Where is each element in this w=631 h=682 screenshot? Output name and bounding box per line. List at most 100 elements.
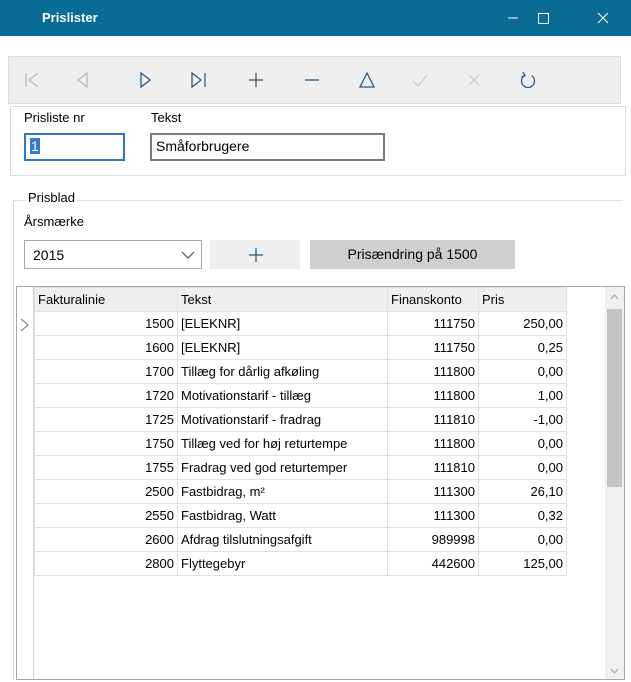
- cancel-record-icon: [468, 74, 480, 86]
- cell-finanskonto[interactable]: 111800: [387, 359, 479, 384]
- table-row[interactable]: 1600 [ELEKNR] 111750 0,25: [34, 335, 567, 360]
- grid-body: 1500 [ELEKNR] 111750 250,00 1600 [ELEKNR] 1117…: [34, 311, 567, 576]
- table-row[interactable]: 1720 Motivationstarif - tillæg 111800 1,00: [34, 383, 567, 408]
- cell-finanskonto[interactable]: 111810: [387, 407, 479, 432]
- cell-finanskonto[interactable]: 111810: [387, 455, 479, 480]
- previous-record-button[interactable]: [69, 68, 95, 92]
- prisblad-grid[interactable]: Fakturalinie Tekst Finanskonto Pris 1500…: [16, 286, 625, 680]
- vertical-scrollbar[interactable]: [605, 287, 624, 679]
- cell-finanskonto[interactable]: 111800: [387, 431, 479, 456]
- cell-pris[interactable]: 0,32: [478, 503, 567, 528]
- refresh-button[interactable]: [515, 68, 541, 92]
- grid-table: Fakturalinie Tekst Finanskonto Pris 1500…: [34, 287, 567, 576]
- col-header-finanskonto[interactable]: Finanskonto: [387, 287, 479, 312]
- price-change-button[interactable]: Prisændring på 1500: [310, 240, 515, 269]
- close-icon: [597, 12, 609, 24]
- cell-fakturalinie[interactable]: 1700: [34, 359, 178, 384]
- table-row[interactable]: 2600 Afdrag tilslutningsafgift 989998 0,00: [34, 527, 567, 552]
- cell-finanskonto[interactable]: 442600: [387, 551, 479, 576]
- cell-fakturalinie[interactable]: 1600: [34, 335, 178, 360]
- cell-finanskonto[interactable]: 111800: [387, 383, 479, 408]
- cell-tekst-value: Afdrag tilslutningsafgift: [181, 532, 312, 547]
- col-header-tekst[interactable]: Tekst: [177, 287, 388, 312]
- cell-fakturalinie[interactable]: 2600: [34, 527, 178, 552]
- cell-pris[interactable]: 0,00: [478, 455, 567, 480]
- cell-pris[interactable]: 125,00: [478, 551, 567, 576]
- cell-tekst[interactable]: Motivationstarif - fradrag: [177, 407, 388, 432]
- close-button[interactable]: [580, 0, 626, 36]
- cell-fakturalinie[interactable]: 2550: [34, 503, 178, 528]
- chevron-down-icon: [181, 251, 195, 259]
- prisliste-nr-label: Prisliste nr: [24, 110, 85, 125]
- window-title: Prislister: [42, 10, 98, 25]
- cell-finanskonto[interactable]: 111750: [387, 311, 479, 336]
- maximize-button[interactable]: [520, 0, 566, 36]
- cell-tekst-value: Motivationstarif - tillæg: [181, 388, 312, 403]
- table-row[interactable]: 1725 Motivationstarif - fradrag 111810 -1,0…: [34, 407, 567, 432]
- save-record-icon: [412, 74, 428, 87]
- tekst-label: Tekst: [151, 110, 182, 125]
- cell-tekst[interactable]: Fastbidrag, m²: [177, 479, 388, 504]
- cancel-record-button[interactable]: [461, 68, 487, 92]
- cell-finanskonto[interactable]: 989998: [387, 527, 479, 552]
- delete-record-button[interactable]: [299, 68, 325, 92]
- cell-finanskonto[interactable]: 111750: [387, 335, 479, 360]
- cell-tekst[interactable]: [ELEKNR]: [177, 335, 388, 360]
- cell-finanskonto[interactable]: 111300: [387, 503, 479, 528]
- edit-record-button[interactable]: [354, 68, 380, 92]
- cell-pris[interactable]: 1,00: [478, 383, 567, 408]
- add-year-button[interactable]: [210, 240, 300, 269]
- cell-fakturalinie[interactable]: 1755: [34, 455, 178, 480]
- add-record-button[interactable]: [243, 68, 269, 92]
- title-bar: Prislister: [0, 0, 631, 36]
- cell-tekst[interactable]: Flyttegebyr: [177, 551, 388, 576]
- cell-tekst-value: Fastbidrag, Watt: [181, 508, 276, 523]
- cell-tekst[interactable]: Fradrag ved god returtemper: [177, 455, 388, 480]
- aarsmaerke-value: 2015: [33, 247, 65, 263]
- last-record-button[interactable]: [186, 68, 212, 92]
- save-record-button[interactable]: [407, 68, 433, 92]
- cell-fakturalinie[interactable]: 1750: [34, 431, 178, 456]
- col-header-fakturalinie[interactable]: Fakturalinie: [34, 287, 178, 312]
- delete-record-icon: [305, 79, 319, 81]
- cell-tekst[interactable]: [ELEKNR]: [177, 311, 388, 336]
- table-row[interactable]: 1755 Fradrag ved god returtemper 111810 0,0…: [34, 455, 567, 480]
- cell-pris[interactable]: 26,10: [478, 479, 567, 504]
- cell-fakturalinie[interactable]: 1720: [34, 383, 178, 408]
- next-record-button[interactable]: [133, 68, 159, 92]
- cell-pris[interactable]: 0,25: [478, 335, 567, 360]
- table-row[interactable]: 2800 Flyttegebyr 442600 125,00: [34, 551, 567, 576]
- prisliste-nr-field[interactable]: 1: [24, 133, 125, 161]
- cell-pris[interactable]: 0,00: [478, 431, 567, 456]
- cell-tekst[interactable]: Tillæg for dårlig afkøling: [177, 359, 388, 384]
- first-record-button[interactable]: [19, 68, 45, 92]
- tekst-field[interactable]: Småforbrugere: [150, 133, 385, 161]
- table-row[interactable]: 2500 Fastbidrag, m² 111300 26,10: [34, 479, 567, 504]
- cell-pris[interactable]: -1,00: [478, 407, 567, 432]
- cell-fakturalinie[interactable]: 1725: [34, 407, 178, 432]
- cell-pris[interactable]: 0,00: [478, 527, 567, 552]
- col-header-pris[interactable]: Pris: [478, 287, 567, 312]
- cell-tekst-value: Flyttegebyr: [181, 556, 246, 571]
- cell-tekst-value: Fastbidrag, m²: [181, 484, 265, 499]
- cell-finanskonto[interactable]: 111300: [387, 479, 479, 504]
- scrollbar-thumb[interactable]: [607, 309, 622, 487]
- table-row[interactable]: 1700 Tillæg for dårlig afkøling 111800 0,00: [34, 359, 567, 384]
- plus-icon: [249, 248, 263, 262]
- scroll-up-icon: [610, 294, 619, 300]
- cell-fakturalinie[interactable]: 2800: [34, 551, 178, 576]
- cell-pris[interactable]: 0,00: [478, 359, 567, 384]
- cell-tekst[interactable]: Motivationstarif - tillæg: [177, 383, 388, 408]
- cell-pris[interactable]: 250,00: [478, 311, 567, 336]
- cell-tekst[interactable]: Fastbidrag, Watt: [177, 503, 388, 528]
- cell-fakturalinie[interactable]: 2500: [34, 479, 178, 504]
- table-row[interactable]: 1750 Tillæg ved for høj returtempe 111800 0…: [34, 431, 567, 456]
- aarsmaerke-select[interactable]: 2015: [24, 240, 202, 269]
- cell-tekst-value: Fradrag ved god returtemper: [181, 460, 348, 475]
- cell-tekst[interactable]: Tillæg ved for høj returtempe: [177, 431, 388, 456]
- table-row[interactable]: 2550 Fastbidrag, Watt 111300 0,32: [34, 503, 567, 528]
- table-row[interactable]: 1500 [ELEKNR] 111750 250,00: [34, 311, 567, 336]
- record-toolbar: [8, 56, 621, 104]
- cell-tekst[interactable]: Afdrag tilslutningsafgift: [177, 527, 388, 552]
- cell-fakturalinie[interactable]: 1500: [34, 311, 178, 336]
